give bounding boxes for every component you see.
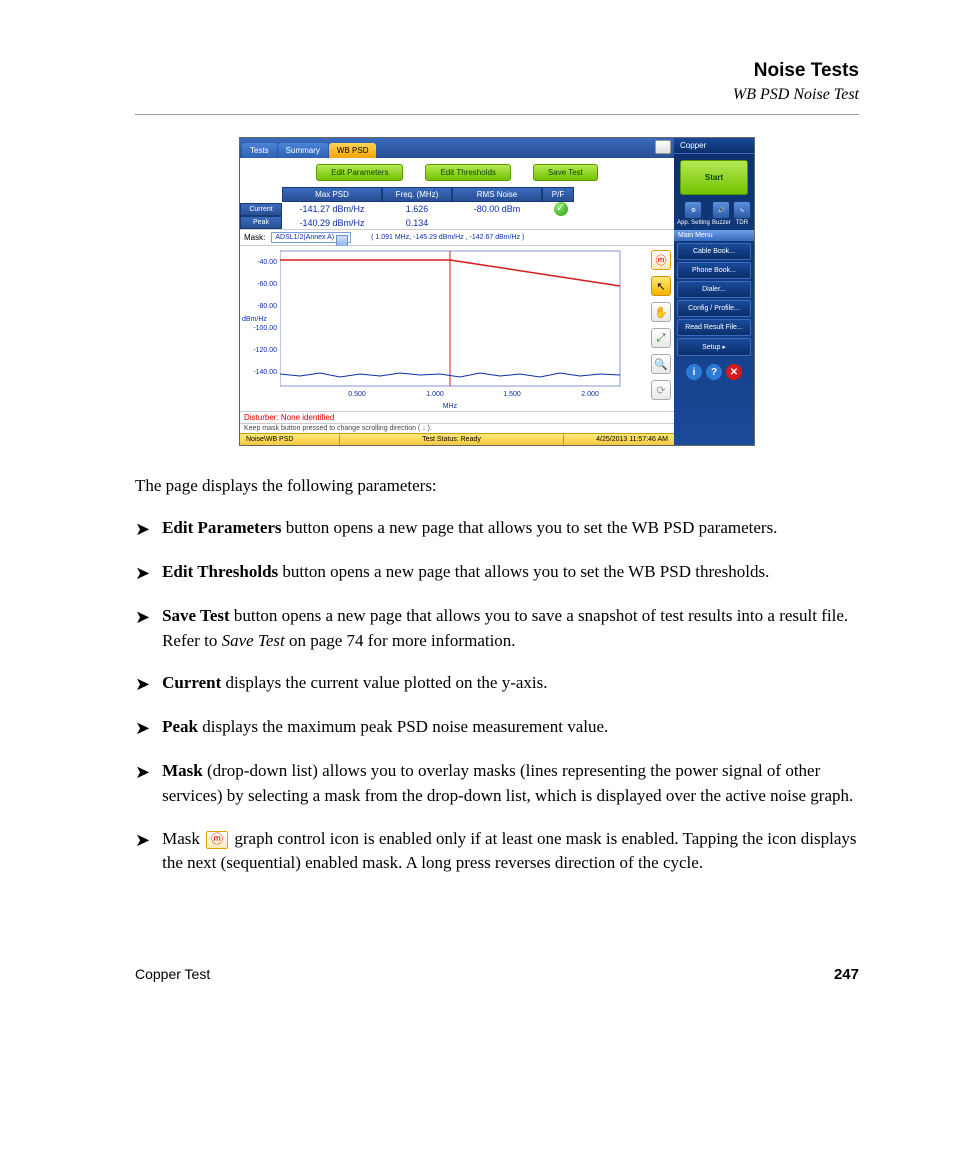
ytick: -120.00	[253, 340, 277, 362]
sidebar-menu-header: Main Menu	[674, 230, 754, 241]
list-item: ➤ Mask ⓜ graph control icon is enabled o…	[135, 827, 859, 876]
mask-dropdown[interactable]: ADSL1/2(Annex A)	[271, 232, 351, 243]
peak-max-psd: -140.29 dBm/Hz	[282, 218, 382, 228]
status-time: 4/25/2013 11:57:46 AM	[564, 434, 674, 445]
list-item: ➤ Save Test button opens a new page that…	[135, 604, 859, 653]
current-freq: 1.626	[382, 204, 452, 214]
sidebar-item-read[interactable]: Read Result File...	[677, 319, 751, 336]
cursor-readout: ( 1.091 MHz, -145.29 dBm/Hz , -142.67 dB…	[371, 234, 524, 241]
list-item: ➤ Edit Thresholds button opens a new pag…	[135, 560, 859, 586]
sidebar-item-phone[interactable]: Phone Book...	[677, 262, 751, 279]
col-pf: P/F	[542, 187, 574, 202]
info-icon[interactable]: i	[686, 364, 702, 380]
col-max-psd: Max PSD	[282, 187, 382, 202]
arrow-icon: ➤	[135, 715, 150, 741]
app-setting-icon[interactable]: ⚙App. Setting	[677, 201, 710, 226]
tdr-icon[interactable]: ∿TDR	[733, 201, 751, 226]
footer-doc-title: Copper Test	[135, 966, 210, 983]
col-rms: RMS Noise	[452, 187, 542, 202]
row-current-label: Current	[240, 203, 282, 216]
start-button[interactable]: Start	[680, 160, 748, 195]
tab-tests[interactable]: Tests	[242, 143, 277, 158]
mask-inline-icon: ⓜ	[206, 831, 228, 849]
list-item: ➤ Mask (drop-down list) allows you to ov…	[135, 759, 859, 808]
arrow-icon: ➤	[135, 827, 150, 876]
arrow-icon: ➤	[135, 560, 150, 586]
hint-text: Keep mask button pressed to change scrol…	[240, 423, 674, 433]
sidebar-item-config[interactable]: Config / Profile...	[677, 300, 751, 317]
svg-text:1.500: 1.500	[503, 391, 521, 398]
keyboard-icon[interactable]	[655, 140, 671, 154]
peak-freq: 0.134	[382, 218, 452, 228]
page-subtitle: WB PSD Noise Test	[135, 86, 859, 104]
list-item: ➤ Current displays the current value plo…	[135, 671, 859, 697]
sidebar-item-dialer[interactable]: Dialer...	[677, 281, 751, 298]
page-title: Noise Tests	[135, 60, 859, 82]
edit-thresholds-button[interactable]: Edit Thresholds	[425, 164, 510, 181]
zoom-tool-icon[interactable]: ⤢	[651, 328, 671, 348]
ytick: -60.00	[253, 274, 277, 296]
svg-text:MHz: MHz	[443, 403, 458, 410]
arrow-icon: ➤	[135, 759, 150, 808]
close-icon[interactable]: ✕	[726, 364, 742, 380]
save-test-button[interactable]: Save Test	[533, 164, 598, 181]
tab-wbpsd[interactable]: WB PSD	[329, 143, 377, 158]
mask-label: Mask:	[244, 233, 265, 242]
refresh-icon[interactable]: ⟳	[651, 380, 671, 400]
svg-text:2.000: 2.000	[581, 391, 599, 398]
cursor-tool-icon[interactable]: ↖	[651, 276, 671, 296]
footer-page-number: 247	[834, 966, 859, 983]
current-rms: -80.00 dBm	[452, 204, 542, 214]
pan-tool-icon[interactable]: ✋	[651, 302, 671, 322]
status-state: Test Status: Ready	[340, 434, 564, 445]
col-freq: Freq. (MHz)	[382, 187, 452, 202]
tab-summary[interactable]: Summary	[278, 143, 328, 158]
intro-text: The page displays the following paramete…	[135, 474, 859, 498]
buzzer-icon[interactable]: 🔊Buzzer	[712, 201, 731, 226]
pass-icon	[554, 202, 568, 216]
sidebar-item-setup[interactable]: Setup ▸	[677, 338, 751, 356]
mask-cycle-icon[interactable]: ⓜ	[651, 250, 671, 270]
help-icon[interactable]: ?	[706, 364, 722, 380]
edit-parameters-button[interactable]: Edit Parameters	[316, 164, 403, 181]
ytick: -80.00	[253, 296, 277, 318]
sidebar-item-cable[interactable]: Cable Book...	[677, 243, 751, 260]
header-rule	[135, 114, 859, 115]
tabs-bar: Tests Summary WB PSD	[240, 138, 674, 158]
ytick: -140.00	[253, 362, 277, 384]
list-item: ➤ Peak displays the maximum peak PSD noi…	[135, 715, 859, 741]
zoom-fit-icon[interactable]: 🔍	[651, 354, 671, 374]
disturber-text: Disturber: None identified	[240, 411, 674, 423]
y-axis-label: dBm/Hz	[242, 316, 267, 323]
arrow-icon: ➤	[135, 671, 150, 697]
ytick: -40.00	[253, 252, 277, 274]
current-max-psd: -141.27 dBm/Hz	[282, 204, 382, 214]
arrow-icon: ➤	[135, 604, 150, 653]
arrow-icon: ➤	[135, 516, 150, 542]
sidebar-title: Copper	[674, 138, 754, 154]
status-path: Noise\WB PSD	[240, 434, 340, 445]
app-screenshot: Tests Summary WB PSD Edit Parameters Edi…	[239, 137, 755, 446]
list-item: ➤ Edit Parameters button opens a new pag…	[135, 516, 859, 542]
svg-text:1.000: 1.000	[426, 391, 444, 398]
svg-text:0.500: 0.500	[348, 391, 366, 398]
row-peak-label: Peak	[240, 216, 282, 229]
psd-chart[interactable]: 0.500 1.000 1.500 2.000 MHz	[280, 246, 648, 411]
